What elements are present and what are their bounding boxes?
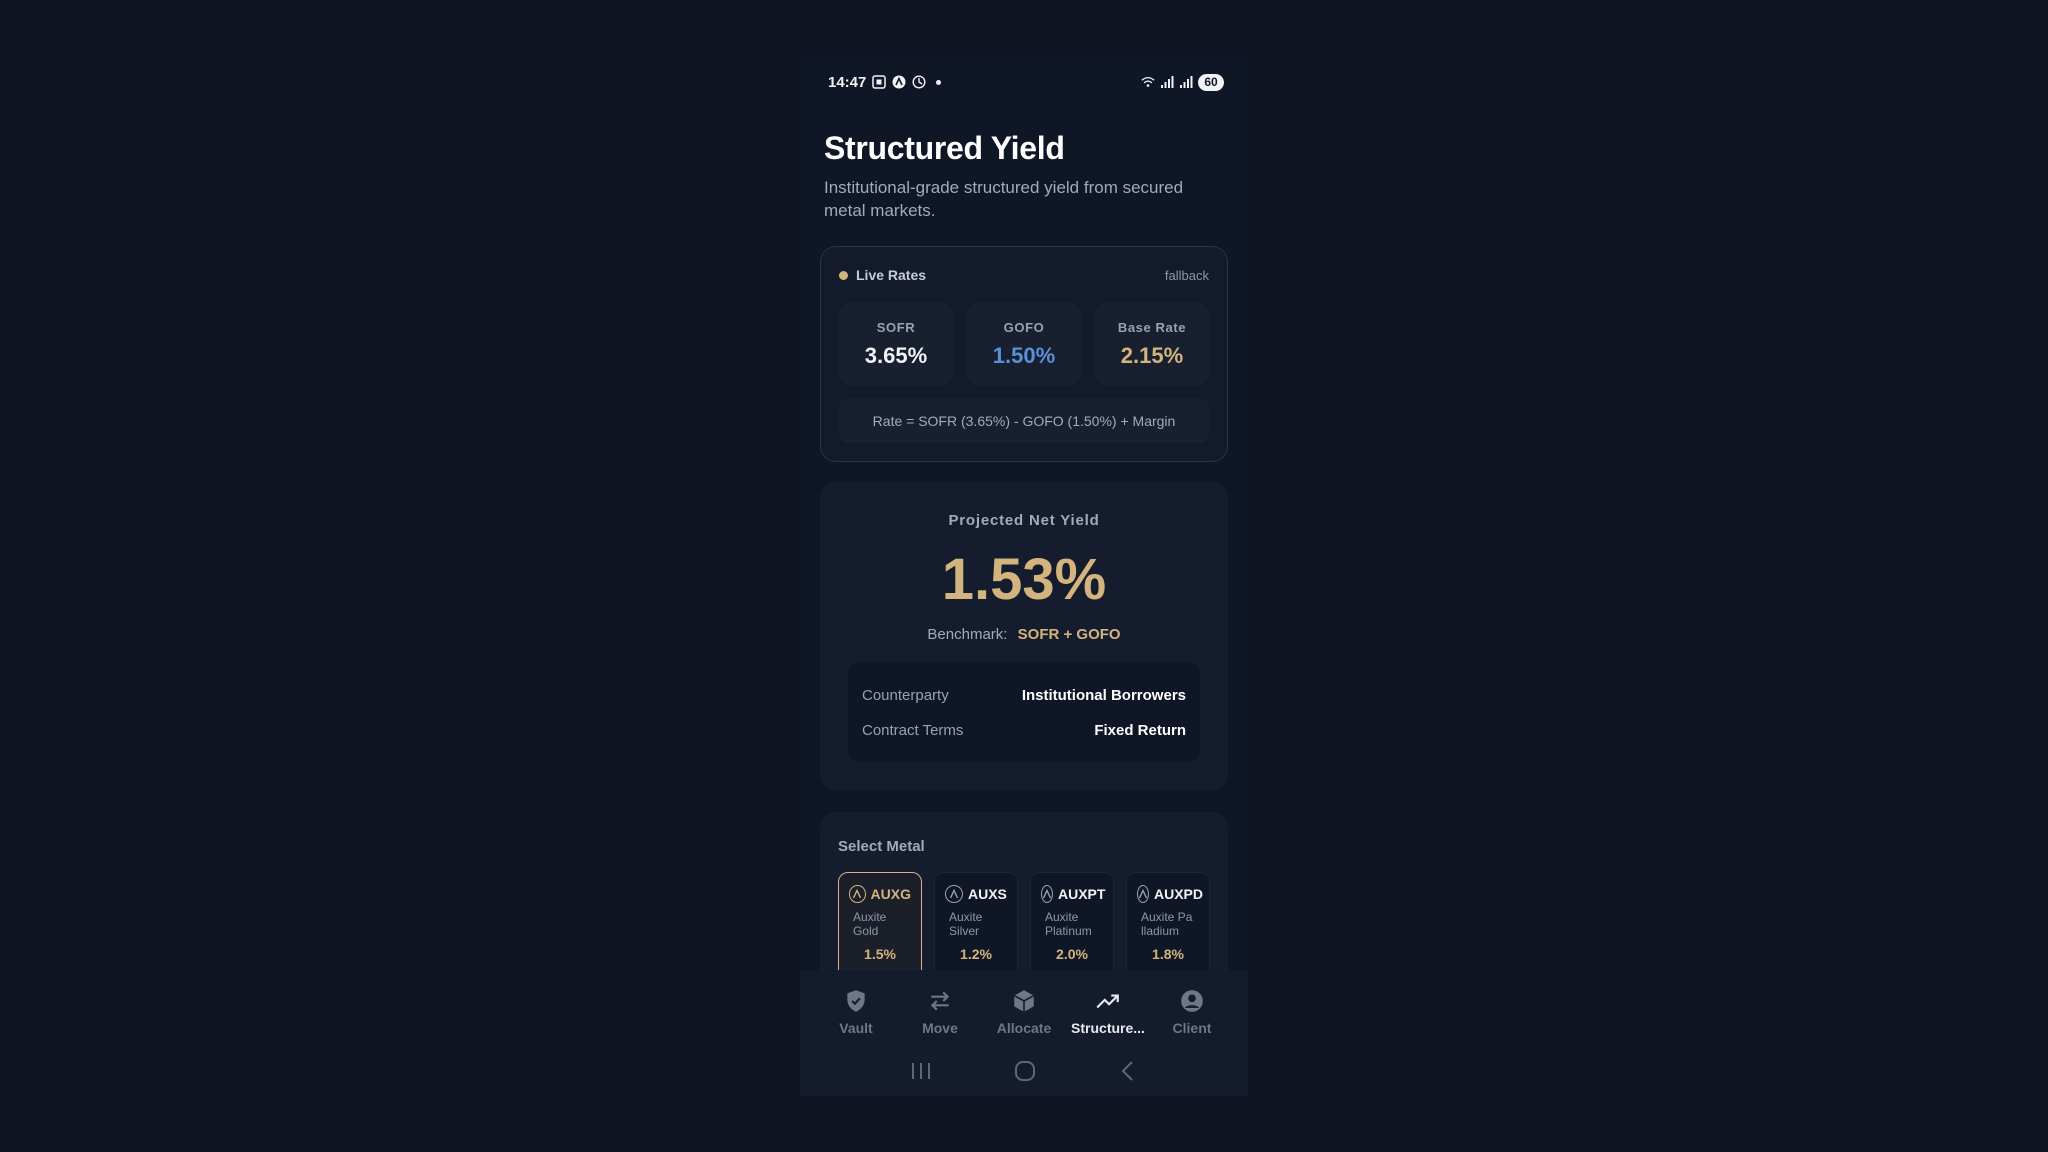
metal-symbol: AUXPT <box>1058 886 1106 902</box>
term-row-contract-terms: Contract Terms Fixed Return <box>862 713 1186 748</box>
projected-yield-card: Projected Net Yield 1.53% Benchmark: SOF… <box>820 482 1228 790</box>
term-key: Contract Terms <box>862 722 964 739</box>
system-navigation-bar <box>800 1056 1248 1086</box>
back-icon[interactable] <box>1118 1060 1138 1082</box>
trending-up-icon <box>1096 994 1119 1009</box>
metal-token-icon <box>945 885 963 903</box>
benchmark-label: Benchmark: <box>927 626 1008 643</box>
shield-icon <box>847 990 865 1012</box>
signal-icon <box>1161 76 1174 88</box>
notification-dot <box>936 79 942 85</box>
metal-token-icon <box>1041 885 1053 903</box>
live-indicator-dot <box>839 270 848 280</box>
metal-name: Auxite Silver <box>949 910 983 938</box>
nav-item-allocate[interactable]: Allocate <box>984 988 1064 1036</box>
metal-rate: 1.2% <box>960 946 992 962</box>
metal-rate: 1.8% <box>1152 946 1184 962</box>
cube-icon <box>1013 990 1035 1012</box>
metal-token-icon <box>849 885 866 903</box>
term-key: Counterparty <box>862 687 949 704</box>
recent-apps-icon[interactable] <box>910 1061 932 1081</box>
page-title: Structured Yield <box>824 130 1065 166</box>
signal-icon <box>1180 76 1193 88</box>
metal-name: Auxite Pa lladium <box>1141 910 1193 938</box>
rate-value: 1.50% <box>992 342 1056 368</box>
rate-value: 2.15% <box>1120 342 1184 368</box>
user-circle-icon <box>1181 990 1203 1012</box>
nav-item-client[interactable]: Client <box>1152 988 1232 1036</box>
status-time: 14:47 <box>828 73 867 91</box>
app-a-icon <box>892 75 906 89</box>
metal-name: Auxite Platinum <box>1045 910 1092 938</box>
projected-yield-label: Projected Net Yield <box>948 512 1100 529</box>
rate-source-label: fallback <box>1164 267 1209 283</box>
contract-terms-box: Counterparty Institutional Borrowers Con… <box>848 662 1200 762</box>
rate-label: GOFO <box>1003 319 1045 335</box>
nav-label: Allocate <box>996 1020 1052 1036</box>
nav-label: Move <box>922 1020 958 1036</box>
bottom-navigation: Vault Move Allocate Structure... Client <box>800 970 1248 1096</box>
metal-token-icon <box>1137 885 1149 903</box>
wifi-icon <box>1141 76 1155 87</box>
nav-item-vault[interactable]: Vault <box>816 988 896 1036</box>
select-metal-title: Select Metal <box>838 838 925 855</box>
status-bar: 14:47 60 <box>828 70 1224 94</box>
rate-tile-gofo: GOFO 1.50% <box>967 303 1081 385</box>
rate-label: Base Rate <box>1117 319 1187 335</box>
live-rates-header: Live Rates <box>839 267 926 283</box>
metal-name: Auxite Gold <box>853 910 887 938</box>
page-subtitle: Institutional-grade structured yield fro… <box>824 178 1184 220</box>
rate-tile-base-rate: Base Rate 2.15% <box>1095 303 1209 385</box>
projected-yield-value: 1.53% <box>941 547 1107 612</box>
phone-screen: 14:47 60 Structured Yield Institutional-… <box>800 56 1248 1096</box>
home-icon[interactable] <box>1013 1059 1037 1083</box>
metal-symbol: AUXS <box>968 886 1007 902</box>
benchmark-row: Benchmark: SOFR + GOFO <box>820 626 1228 643</box>
live-rates-card: Live Rates fallback SOFR 3.65% GOFO 1.50… <box>820 246 1228 462</box>
nav-item-move[interactable]: Move <box>900 988 980 1036</box>
term-value: Fixed Return <box>1094 722 1186 739</box>
nav-label: Structure... <box>1071 1020 1145 1036</box>
rate-formula: Rate = SOFR (3.65%) - GOFO (1.50%) + Mar… <box>839 399 1209 443</box>
nav-label: Vault <box>839 1020 873 1036</box>
term-row-counterparty: Counterparty Institutional Borrowers <box>862 678 1186 713</box>
rate-value: 3.65% <box>864 342 928 368</box>
metal-rate: 1.5% <box>864 946 896 962</box>
metal-symbol: AUXG <box>870 886 911 902</box>
battery-indicator: 60 <box>1198 73 1224 91</box>
rate-tile-sofr: SOFR 3.65% <box>839 303 953 385</box>
rate-label: SOFR <box>876 319 916 335</box>
benchmark-value: SOFR + GOFO <box>1017 626 1121 643</box>
app-circle-icon <box>912 75 926 89</box>
live-rates-title: Live Rates <box>856 267 927 283</box>
nav-label: Client <box>1172 1020 1212 1036</box>
metal-symbol: AUXPD <box>1154 886 1204 902</box>
term-value: Institutional Borrowers <box>1021 687 1186 704</box>
metal-rate: 2.0% <box>1056 946 1088 962</box>
screenshot-icon <box>872 75 887 89</box>
swap-arrows-icon <box>930 991 950 1011</box>
nav-item-structured[interactable]: Structure... <box>1068 988 1148 1036</box>
